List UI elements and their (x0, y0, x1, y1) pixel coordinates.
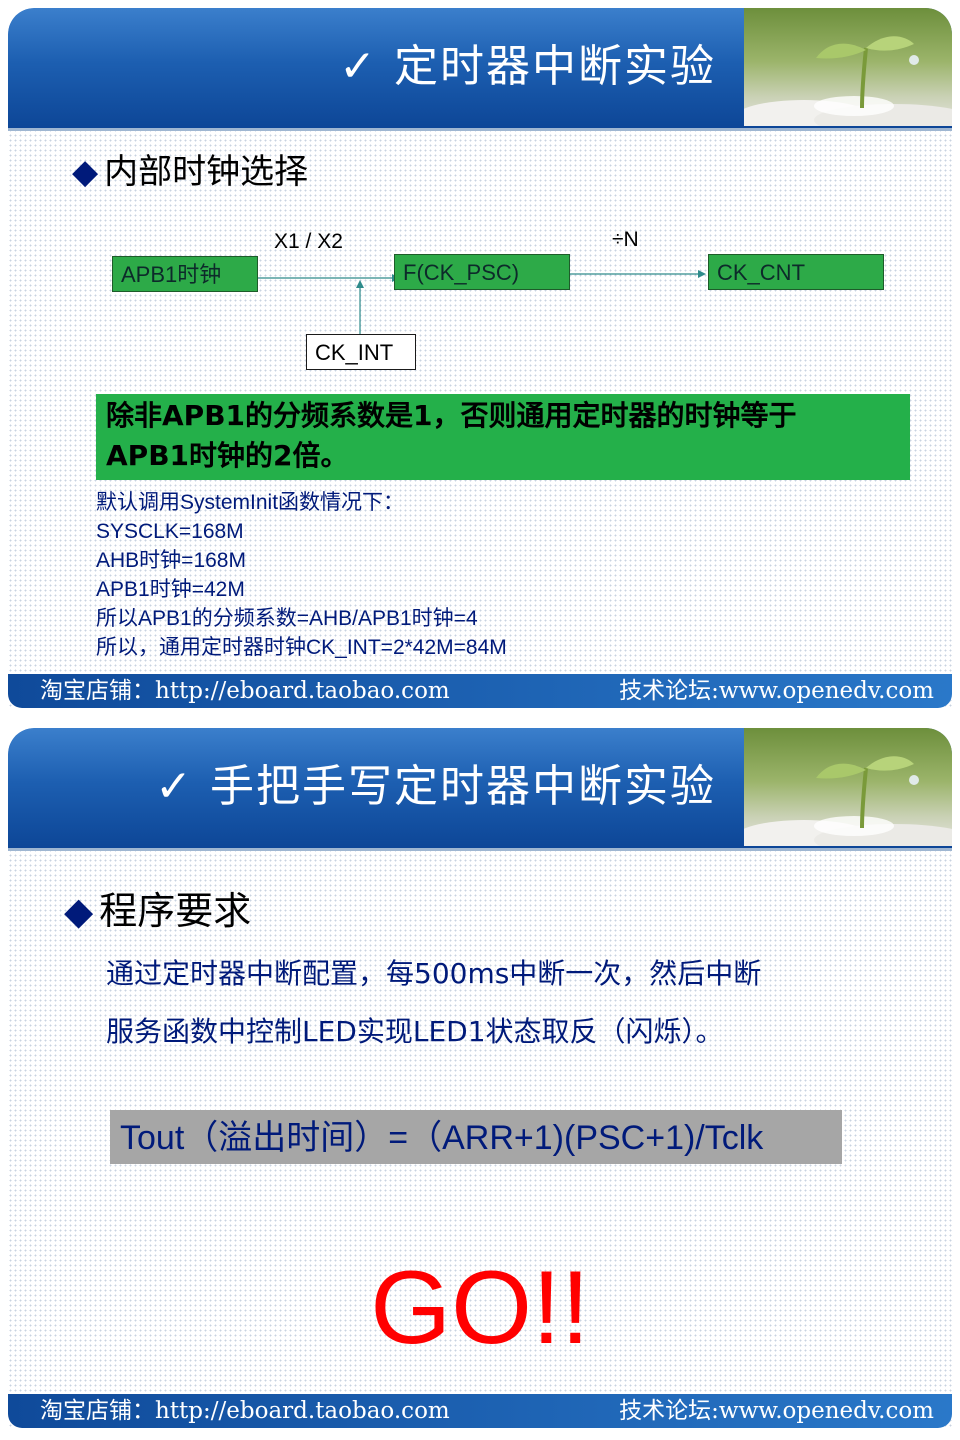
info-line: 所以APB1的分频系数=AHB/APB1时钟=4 (96, 607, 478, 630)
divider-label: ÷N (612, 228, 639, 251)
slide-footer: 淘宝店铺：http://eboard.taobao.com 技术论坛:www.o… (8, 674, 952, 708)
clock-note-box: 除非APB1的分频系数是1，否则通用定时器的时钟等于 APB1时钟的2倍。 (96, 394, 910, 480)
go-text: GO!! (370, 1250, 590, 1366)
taobao-shop-link[interactable]: 淘宝店铺：http://eboard.taobao.com (40, 1394, 450, 1428)
clock-info-list: 默认调用SystemInit函数情况下： SYSCLK=168M AHB时钟=1… (96, 488, 507, 662)
ck-cnt-box: CK_CNT (708, 254, 884, 290)
ck-int-label: CK_INT (315, 340, 394, 365)
f-ck-psc-label: F(CK_PSC) (403, 260, 520, 285)
slide-title: ✓ 手把手写定时器中断实验 (155, 761, 716, 812)
info-line: SYSCLK=168M (96, 520, 244, 543)
info-line: 默认调用SystemInit函数情况下： (96, 491, 405, 514)
apb1-clock-box: APB1时钟 (112, 256, 258, 292)
info-line: 所以，通用定时器时钟CK_INT=2*42M=84M (96, 636, 507, 659)
header-sprout-image (744, 728, 952, 846)
slide-timer-interrupt: ✓ 定时器中断实验 ◆ 内部时钟选择 APB1时钟 X1 / X2 F(CK_PS… (8, 8, 952, 708)
note-line-1: 除非APB1的分频系数是1，否则通用定时器的时钟等于 (106, 399, 797, 432)
ck-int-box: CK_INT (306, 334, 416, 370)
taobao-shop-link[interactable]: 淘宝店铺：http://eboard.taobao.com (40, 674, 450, 708)
section-heading-text: 程序要求 (99, 889, 252, 933)
info-line: AHB时钟=168M (96, 549, 246, 572)
forum-link[interactable]: 技术论坛:www.openedv.com (619, 1394, 934, 1428)
f-ck-psc-box: F(CK_PSC) (394, 254, 570, 290)
requirement-line-2: 服务函数中控制LED实现LED1状态取反（闪烁）。 (106, 1015, 724, 1048)
info-line: APB1时钟=42M (96, 578, 245, 601)
forum-link[interactable]: 技术论坛:www.openedv.com (619, 674, 934, 708)
slide-handwrite-timer: ✓ 手把手写定时器中断实验 ◆ 程序要求 通过定时器中断配置，每500ms中断一次… (8, 728, 952, 1428)
sprout-icon (744, 756, 952, 846)
slide-footer: 淘宝店铺：http://eboard.taobao.com 技术论坛:www.o… (8, 1394, 952, 1428)
apb1-clock-label: APB1时钟 (121, 262, 222, 287)
clock-diagram-arrows (257, 270, 706, 334)
note-line-2: APB1时钟的2倍。 (106, 439, 349, 472)
section-heading: ◆ 程序要求 (64, 880, 251, 935)
diamond-bullet-icon: ◆ (64, 889, 94, 933)
requirement-line-1: 通过定时器中断配置，每500ms中断一次，然后中断 (106, 957, 762, 990)
multiplier-label: X1 / X2 (274, 230, 343, 253)
timeout-formula: Tout（溢出时间）=（ARR+1)(PSC+1)/Tclk (110, 1110, 842, 1164)
ck-cnt-label: CK_CNT (717, 260, 806, 285)
